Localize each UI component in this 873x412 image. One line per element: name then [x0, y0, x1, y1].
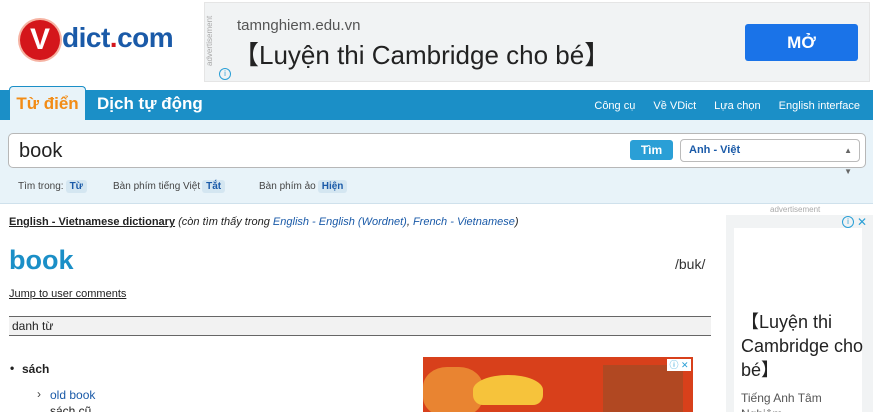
nav-link-tools[interactable]: Công cụ — [594, 100, 635, 112]
option-vietnamese-keyboard[interactable]: Bàn phím tiếng Việt Tắt — [113, 180, 226, 193]
search-input[interactable]: book — [19, 140, 62, 163]
nav-link-options[interactable]: Lựa chọn — [714, 100, 761, 112]
ad-title[interactable]: 【Luyện thi Cambridge cho bé】 — [233, 35, 610, 72]
part-of-speech: danh từ — [9, 316, 711, 336]
dictionary-content: English - Vietnamese dictionary (còn tìm… — [0, 205, 725, 412]
option-virtual-keyboard[interactable]: Bàn phím ảo Hiện — [259, 180, 348, 193]
dictionary-source: English - Vietnamese dictionary (còn tìm… — [9, 216, 519, 228]
vdict-logo[interactable]: V dict.com — [20, 18, 180, 62]
link-wordnet[interactable]: English - English (Wordnet) — [273, 216, 407, 228]
headword: book — [9, 245, 74, 275]
option-search-in[interactable]: Tìm trong: Từ — [18, 180, 87, 193]
sense-item: sách — [10, 361, 50, 376]
site-header: V dict.com advertisement i tamnghiem.edu… — [0, 0, 873, 90]
ad-domain: tamnghiem.edu.vn — [237, 17, 361, 34]
option-value: Từ — [65, 180, 87, 193]
example-item: old book sách cũ — [37, 387, 95, 412]
dictionary-name[interactable]: English - Vietnamese dictionary — [9, 216, 175, 228]
ad-subtitle: Tiếng Anh Tâm Nghiệm — [741, 391, 822, 412]
language-select-value: Anh - Việt — [689, 144, 741, 156]
inline-advertisement[interactable]: ⓘ ✕ — [423, 357, 693, 412]
right-advertisement[interactable]: i ✕ 【Luyện thi Cambridge cho bé】 Tiếng A… — [726, 215, 873, 412]
ad-close-icon[interactable]: ✕ — [857, 215, 867, 229]
nav-link-about[interactable]: Về VDict — [653, 100, 696, 112]
ad-info-icon[interactable]: i — [842, 216, 854, 228]
ad-vertical-label: advertisement — [205, 15, 214, 67]
example-english[interactable]: old book — [50, 388, 95, 402]
top-advertisement[interactable]: advertisement i tamnghiem.edu.vn 【Luyện … — [204, 2, 870, 82]
ad-game-logo-image — [473, 375, 543, 405]
logo-text: dict.com — [62, 22, 174, 53]
search-box: book Tìm Anh - Việt ▲ ▼ — [8, 133, 866, 176]
option-value: Hiện — [317, 180, 348, 193]
tab-dictionary[interactable]: Từ điển — [9, 86, 86, 120]
right-ad-label: advertisement — [770, 205, 821, 214]
language-select[interactable]: Anh - Việt ▲ ▼ — [680, 139, 860, 176]
nav-links: Công cụ Về VDict Lựa chọn English interf… — [594, 100, 860, 112]
link-french-vietnamese[interactable]: French - Vietnamese — [413, 216, 515, 228]
ad-info-icon[interactable]: i — [219, 68, 231, 80]
ad-tree-image — [603, 365, 683, 412]
search-area: book Tìm Anh - Việt ▲ ▼ Tìm trong: Từ Bàn … — [0, 120, 873, 204]
search-button[interactable]: Tìm — [630, 140, 673, 160]
ad-title[interactable]: 【Luyện thi Cambridge cho bé】 — [741, 310, 866, 382]
example-vietnamese: sách cũ — [50, 404, 92, 412]
option-value: Tắt — [202, 180, 226, 193]
nav-link-english[interactable]: English interface — [779, 100, 860, 112]
ad-close-icon[interactable]: ⓘ ✕ — [667, 359, 691, 371]
phonetic: /buk/ — [675, 256, 706, 272]
ad-open-button[interactable]: MỞ — [745, 24, 858, 61]
tab-auto-translate[interactable]: Dịch tự động — [97, 94, 203, 114]
select-caret-icon: ▲ ▼ — [844, 146, 852, 176]
logo-mark: V — [20, 20, 60, 60]
jump-to-comments-link[interactable]: Jump to user comments — [9, 288, 126, 300]
